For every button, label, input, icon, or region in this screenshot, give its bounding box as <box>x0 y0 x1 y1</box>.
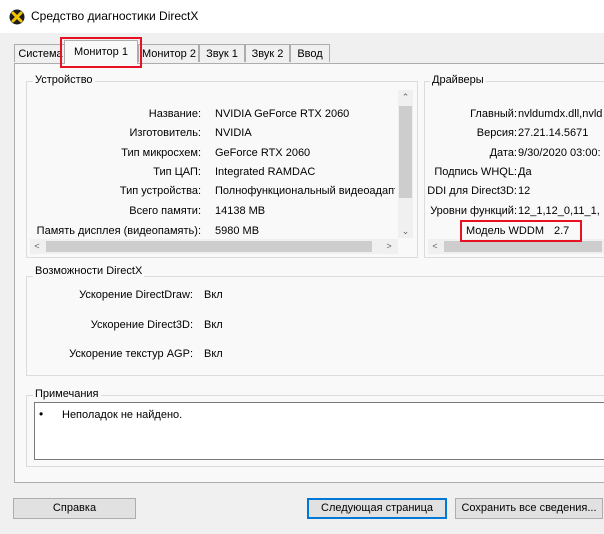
agp-texture-label: Ускорение текстур AGP: <box>69 348 193 360</box>
feature-levels-label: Уровни функций: <box>430 205 517 217</box>
whql-signature-value: Да <box>518 166 532 178</box>
device-hscroll-thumb[interactable] <box>46 241 372 252</box>
wddm-model-label: Модель WDDM <box>466 225 544 237</box>
ddi-direct3d-value: 12 <box>518 185 531 197</box>
next-page-button[interactable]: Следующая страница <box>307 498 447 519</box>
whql-signature-label: Подпись WHQL: <box>434 166 517 178</box>
chip-type-value: GeForce RTX 2060 <box>215 147 311 159</box>
direct3d-label: Ускорение Direct3D: <box>90 319 193 331</box>
title-bar: Средство диагностики DirectX <box>0 0 604 33</box>
tab-monitor-1[interactable]: Монитор 1 <box>64 40 138 64</box>
notes-item: Неполадок не найдено. <box>62 409 183 421</box>
tab-sound-1[interactable]: Звук 1 <box>199 44 245 62</box>
directdraw-label: Ускорение DirectDraw: <box>79 289 193 301</box>
total-memory-label: Всего памяти: <box>129 205 201 217</box>
device-vertical-scrollbar[interactable]: ⌃ ⌄ <box>398 90 413 238</box>
wddm-model-value: 2.7 <box>554 225 570 237</box>
drivers-horizontal-scrollbar[interactable]: < <box>428 239 604 254</box>
device-horizontal-scrollbar[interactable]: < > <box>30 239 398 254</box>
tab-monitor-2[interactable]: Монитор 2 <box>138 44 199 62</box>
feature-levels-value: 12_1,12_0,11_1, <box>518 205 600 217</box>
agp-texture-value: Вкл <box>204 348 223 360</box>
total-memory-value: 14138 MB <box>215 205 266 217</box>
features-group-title: Возможности DirectX <box>33 265 145 277</box>
device-type-value: Полнофункциональный видеоадапт <box>215 185 395 197</box>
dac-type-value: Integrated RAMDAC <box>215 166 316 178</box>
directx-icon <box>9 9 25 25</box>
driver-date-value: 9/30/2020 03:00: <box>518 147 601 159</box>
notes-group-title: Примечания <box>33 388 101 400</box>
tab-input[interactable]: Ввод <box>290 44 330 62</box>
direct3d-value: Вкл <box>204 319 223 331</box>
tab-sound-2[interactable]: Звук 2 <box>245 44 290 62</box>
ddi-direct3d-label: DDI для Direct3D: <box>427 185 517 197</box>
device-type-label: Тип устройства: <box>119 185 201 197</box>
manufacturer-label: Изготовитель: <box>129 127 202 139</box>
drivers-scroll-left-arrow-icon[interactable]: < <box>428 239 442 253</box>
directdraw-value: Вкл <box>204 289 223 301</box>
scroll-up-arrow-icon[interactable]: ⌃ <box>398 90 413 104</box>
driver-main-label: Главный: <box>470 108 517 120</box>
drivers-hscroll-thumb[interactable] <box>444 241 602 252</box>
notes-box[interactable]: • Неполадок не найдено. <box>34 402 604 460</box>
device-scroll-thumb[interactable] <box>399 106 412 198</box>
help-button[interactable]: Справка <box>13 498 136 519</box>
chip-type-label: Тип микросхем: <box>121 147 201 159</box>
drivers-group-title: Драйверы <box>430 74 486 86</box>
device-name-label: Название: <box>148 108 201 120</box>
device-group-title: Устройство <box>33 74 95 86</box>
display-memory-label: Память дисплея (видеопамять): <box>36 225 201 237</box>
scroll-right-arrow-icon[interactable]: > <box>382 239 396 253</box>
manufacturer-value: NVIDIA <box>215 127 252 139</box>
device-name-value: NVIDIA GeForce RTX 2060 <box>215 108 350 120</box>
save-all-button[interactable]: Сохранить все сведения... <box>455 498 603 519</box>
display-memory-value: 5980 MB <box>215 225 260 237</box>
driver-main-value: nvldumdx.dll,nvld <box>518 108 603 120</box>
window-title: Средство диагностики DirectX <box>31 9 199 23</box>
scroll-left-arrow-icon[interactable]: < <box>30 239 44 253</box>
tab-system[interactable]: Система <box>14 44 67 62</box>
scroll-down-arrow-icon[interactable]: ⌄ <box>398 224 413 238</box>
driver-date-label: Дата: <box>489 147 517 159</box>
driver-version-label: Версия: <box>476 127 517 139</box>
dac-type-label: Тип ЦАП: <box>153 166 201 178</box>
driver-version-value: 27.21.14.5671 <box>518 127 589 139</box>
bullet-icon: • <box>39 407 44 421</box>
